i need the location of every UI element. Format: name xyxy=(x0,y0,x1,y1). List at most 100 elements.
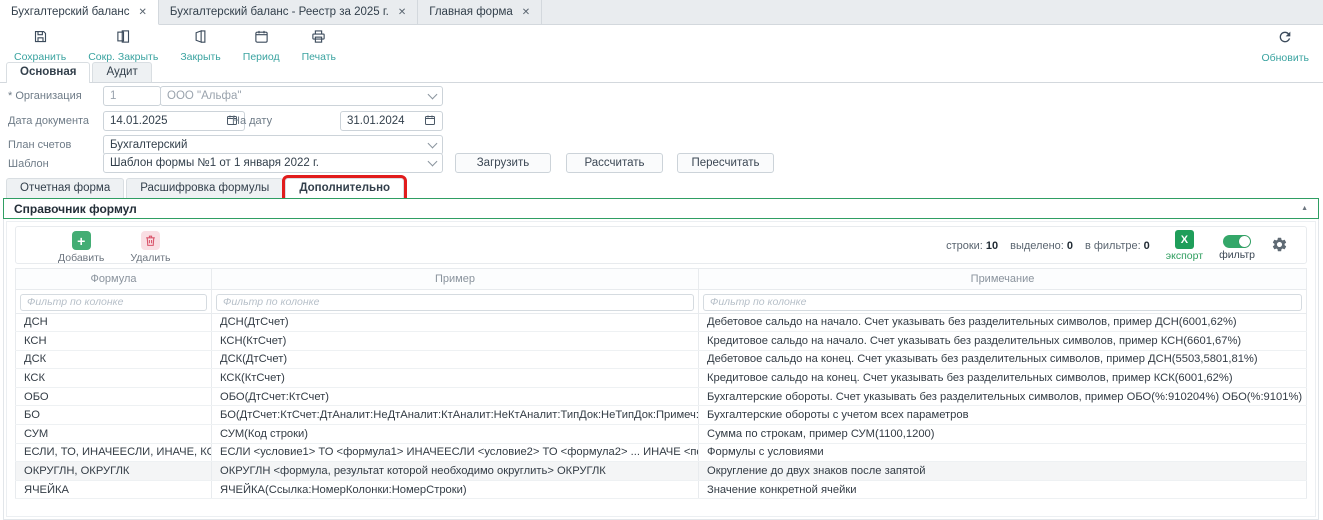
load-button[interactable]: Загрузить xyxy=(455,153,551,173)
save-icon xyxy=(33,29,48,49)
cell-formula: СУМ xyxy=(16,425,212,444)
close-icon[interactable]: ✕ xyxy=(522,7,530,18)
chart-of-accounts-label: План счетов xyxy=(8,139,71,151)
delete-row-button[interactable]: Удалить xyxy=(130,231,170,264)
cell-example: ДСК(ДтСчет) xyxy=(212,350,699,369)
table-header-row: Формула Пример Примечание xyxy=(16,269,1307,290)
cell-example: ЯЧЕЙКА(Ссылка:НомерКолонки:НомерСтроки) xyxy=(212,480,699,499)
org-name-value: ООО "Альфа" xyxy=(167,90,241,102)
add-row-button[interactable]: + Добавить xyxy=(58,231,104,264)
tab-additional[interactable]: Дополнительно xyxy=(285,178,404,198)
panel-inner: + Добавить Удалить строки:10 выделено:0 … xyxy=(6,221,1316,517)
filter-row xyxy=(16,290,1307,314)
filter-label: фильтр xyxy=(1219,249,1255,261)
cell-example: ЕСЛИ <условие1> ТО <формула1> ИНАЧЕЕСЛИ … xyxy=(212,443,699,462)
cell-formula: ЕСЛИ, ТО, ИНАЧЕЕСЛИ, ИНАЧЕ, КОНЕЦ xyxy=(16,443,212,462)
save-close-button[interactable]: Сокр. Закрыть xyxy=(88,29,158,63)
filter-input-note[interactable] xyxy=(703,294,1302,311)
on-date-value: 31.01.2024 xyxy=(347,115,405,127)
cell-note: Сумма по строкам, пример СУМ(1100,1200) xyxy=(699,425,1307,444)
table-row[interactable]: КСН КСН(КтСчет) Кредитовое сальдо на нач… xyxy=(16,332,1307,351)
filter-input-example[interactable] xyxy=(216,294,694,311)
column-header-formula[interactable]: Формула xyxy=(16,269,212,290)
close-button[interactable]: Закрыть xyxy=(180,29,220,63)
close-icon[interactable]: ✕ xyxy=(398,7,406,18)
close-icon[interactable]: ✕ xyxy=(139,7,147,18)
table-row[interactable]: КСК КСК(КтСчет) Кредитовое сальдо на кон… xyxy=(16,369,1307,388)
window-tabbar: Бухгалтерский баланс ✕ Бухгалтерский бал… xyxy=(0,0,1323,25)
formula-table: Формула Пример Примечание ДСН ДСН(ДтСчет… xyxy=(15,268,1307,499)
table-row[interactable]: ЯЧЕЙКА ЯЧЕЙКА(Ссылка:НомерКолонки:НомерС… xyxy=(16,480,1307,499)
door-icon xyxy=(193,29,208,49)
column-header-example[interactable]: Пример xyxy=(212,269,699,290)
formula-reference-panel-header[interactable]: Справочник формул ▲ xyxy=(3,198,1319,219)
column-header-note[interactable]: Примечание xyxy=(699,269,1307,290)
table-row[interactable]: ДСК ДСК(ДтСчет) Дебетовое сальдо на коне… xyxy=(16,350,1307,369)
period-button[interactable]: Период xyxy=(243,29,280,63)
on-date-label: На дату xyxy=(232,115,272,127)
calculate-button[interactable]: Рассчитать xyxy=(566,153,663,173)
table-row[interactable]: ЕСЛИ, ТО, ИНАЧЕЕСЛИ, ИНАЧЕ, КОНЕЦ ЕСЛИ <… xyxy=(16,443,1307,462)
table-row[interactable]: СУМ СУМ(Код строки) Сумма по строкам, пр… xyxy=(16,425,1307,444)
gear-icon[interactable] xyxy=(1271,236,1288,258)
cell-formula: КСК xyxy=(16,369,212,388)
chevron-down-icon xyxy=(428,157,438,167)
org-name-select[interactable]: ООО "Альфа" xyxy=(160,86,443,106)
cell-example: КСН(КтСчет) xyxy=(212,332,699,351)
calendar-icon[interactable] xyxy=(424,114,436,129)
window-tab-label: Главная форма xyxy=(429,6,513,18)
template-value: Шаблон формы №1 от 1 января 2022 г. xyxy=(110,157,319,169)
save-button[interactable]: Сохранить xyxy=(14,29,66,63)
cell-note: Формулы с условиями xyxy=(699,443,1307,462)
trash-icon xyxy=(141,231,160,250)
cell-formula: БО xyxy=(16,406,212,425)
detail-tabbar: Отчетная форма Расшифровка формулы Допол… xyxy=(0,177,1323,198)
cell-formula: ДСК xyxy=(16,350,212,369)
tab-report-form[interactable]: Отчетная форма xyxy=(6,178,124,198)
save-close-icon xyxy=(116,29,131,49)
cell-note: Бухгалтерские обороты с учетом всех пара… xyxy=(699,406,1307,425)
filter-toggle[interactable]: фильтр xyxy=(1219,232,1255,261)
org-label: * Организация xyxy=(8,90,82,102)
window-tab-balance[interactable]: Бухгалтерский баланс ✕ xyxy=(0,0,159,25)
window-tab-main-form[interactable]: Главная форма ✕ xyxy=(418,0,542,24)
app-window: Бухгалтерский баланс ✕ Бухгалтерский бал… xyxy=(0,0,1323,520)
collapse-icon[interactable]: ▲ xyxy=(1301,205,1308,212)
cell-example: СУМ(Код строки) xyxy=(212,425,699,444)
print-button[interactable]: Печать xyxy=(302,29,336,63)
table-row[interactable]: ОБО ОБО(ДтСчет:КтСчет) Бухгалтерские обо… xyxy=(16,387,1307,406)
cell-formula: ДСН xyxy=(16,313,212,332)
tab-audit[interactable]: Аудит xyxy=(92,62,151,82)
cell-example: БО(ДтСчет:КтСчет:ДтАналит:НеДтАналит:КтА… xyxy=(212,406,699,425)
cell-example: ДСН(ДтСчет) xyxy=(212,313,699,332)
table-row[interactable]: ОКРУГЛН, ОКРУГЛК ОКРУГЛН <формула, резул… xyxy=(16,462,1307,481)
excel-icon: X xyxy=(1175,230,1194,249)
cell-example: ОКРУГЛН <формула, результат которой необ… xyxy=(212,462,699,481)
chart-of-accounts-select[interactable]: Бухгалтерский xyxy=(103,135,443,155)
template-label: Шаблон xyxy=(8,158,49,170)
tab-main[interactable]: Основная xyxy=(6,62,90,83)
panel-title: Справочник формул xyxy=(14,202,137,216)
table-row[interactable]: БО БО(ДтСчет:КтСчет:ДтАналит:НеДтАналит:… xyxy=(16,406,1307,425)
org-code-field[interactable]: 1 xyxy=(103,86,161,106)
window-tab-registry[interactable]: Бухгалтерский баланс - Реестр за 2025 г.… xyxy=(159,0,418,24)
cell-note: Значение конкретной ячейки xyxy=(699,480,1307,499)
refresh-icon xyxy=(1277,29,1293,50)
grid-counters: строки:10 выделено:0 в фильтре:0 xyxy=(946,240,1150,252)
on-date-input[interactable]: 31.01.2024 xyxy=(340,111,443,131)
template-select[interactable]: Шаблон формы №1 от 1 января 2022 г. xyxy=(103,153,443,173)
doc-date-input[interactable]: 14.01.2025 xyxy=(103,111,245,131)
tab-formula-decode[interactable]: Расшифровка формулы xyxy=(126,178,283,198)
window-tab-label: Бухгалтерский баланс - Реестр за 2025 г. xyxy=(170,6,389,18)
table-row[interactable]: ДСН ДСН(ДтСчет) Дебетовое сальдо на нача… xyxy=(16,313,1307,332)
export-label: экспорт xyxy=(1166,250,1203,262)
org-code-value: 1 xyxy=(110,90,116,102)
export-excel-button[interactable]: X экспорт xyxy=(1166,230,1203,262)
cell-formula: ОБО xyxy=(16,387,212,406)
printer-icon xyxy=(311,29,326,49)
refresh-button[interactable]: Обновить xyxy=(1261,29,1309,64)
filter-input-formula[interactable] xyxy=(20,294,207,311)
cell-example: КСК(КтСчет) xyxy=(212,369,699,388)
cell-note: Округление до двух знаков после запятой xyxy=(699,462,1307,481)
recalculate-button[interactable]: Пересчитать xyxy=(677,153,774,173)
